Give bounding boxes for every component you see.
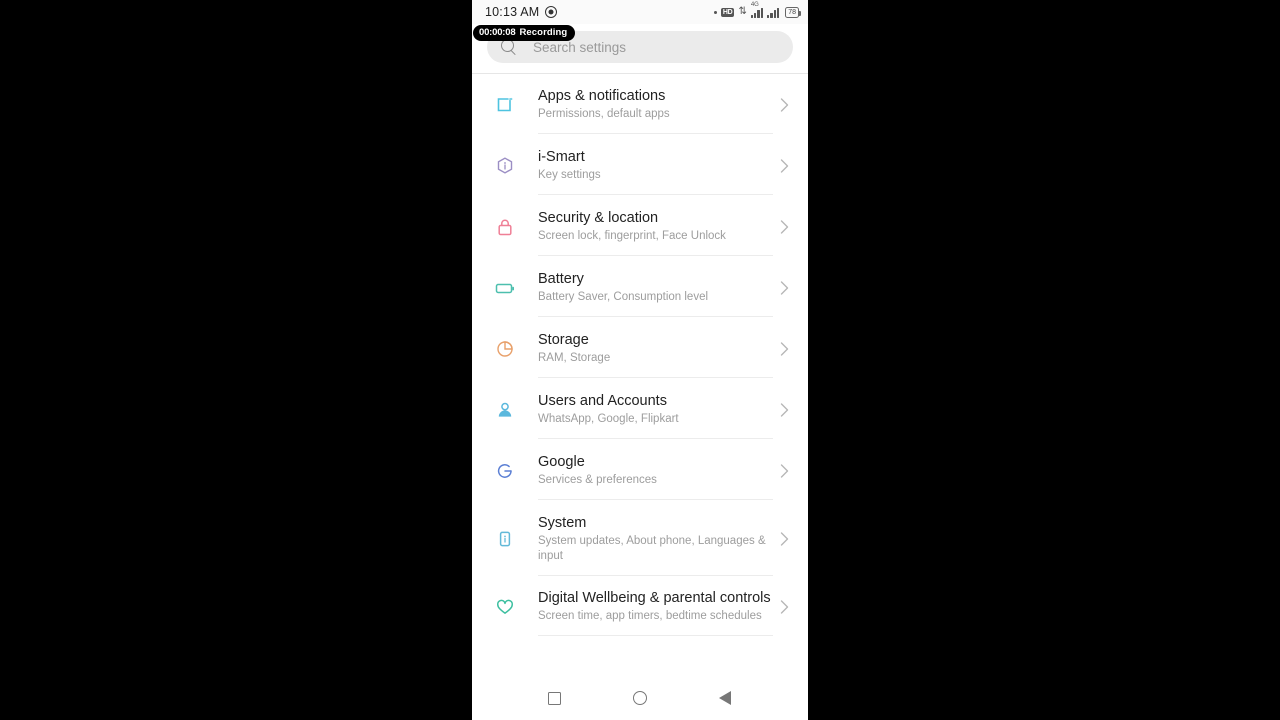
settings-item-text: Users and Accounts WhatsApp, Google, Fli… <box>538 379 773 439</box>
signal-strength-icon-1: 4G <box>750 2 764 18</box>
settings-item-subtitle: System updates, About phone, Languages &… <box>538 535 766 562</box>
lock-icon <box>472 196 538 257</box>
chevron-right-icon[interactable] <box>773 531 795 546</box>
battery-icon: 78 <box>785 6 801 18</box>
battery-icon <box>472 257 538 318</box>
chevron-right-icon[interactable] <box>773 219 795 234</box>
settings-item-subtitle: Screen time, app timers, bedtime schedul… <box>538 610 762 622</box>
ismart-hexagon-icon <box>472 135 538 196</box>
chevron-right-icon[interactable] <box>773 158 795 173</box>
settings-item-subtitle: Battery Saver, Consumption level <box>538 291 709 303</box>
settings-item-subtitle: Screen lock, fingerprint, Face Unlock <box>538 230 726 242</box>
settings-item-subtitle: Services & preferences <box>538 474 657 486</box>
dot-icon <box>713 10 717 14</box>
settings-item-text: i-Smart Key settings <box>538 135 773 195</box>
settings-item-text: Apps & notifications Permissions, defaul… <box>538 74 773 134</box>
settings-item-title: Users and Accounts <box>538 393 667 409</box>
settings-item-text: Battery Battery Saver, Consumption level <box>538 257 773 317</box>
chevron-right-icon[interactable] <box>773 341 795 356</box>
back-triangle-icon <box>719 691 732 705</box>
screenshot-stage: 10:13 AM HD ⇅ 4G 78 00:00:08 Recording S… <box>0 0 1280 720</box>
record-dot-icon <box>545 6 558 18</box>
home-circle-icon <box>632 691 647 705</box>
settings-item-apps-notifications[interactable]: Apps & notifications Permissions, defaul… <box>472 74 808 135</box>
data-transfer-icon: ⇅ <box>738 6 747 17</box>
chevron-right-icon[interactable] <box>773 280 795 295</box>
settings-item-google[interactable]: Google Services & preferences <box>472 440 808 501</box>
settings-item-title: Security & location <box>538 210 659 226</box>
search-input[interactable]: Search settings <box>533 40 626 55</box>
chevron-right-icon[interactable] <box>773 402 795 417</box>
apps-icon <box>472 74 538 135</box>
phone-screen: 10:13 AM HD ⇅ 4G 78 00:00:08 Recording S… <box>472 0 808 720</box>
status-bar-right: HD ⇅ 4G 78 <box>713 2 801 18</box>
settings-list: Apps & notifications Permissions, defaul… <box>472 74 808 637</box>
battery-level-label: 78 <box>788 8 796 16</box>
chevron-right-icon[interactable] <box>773 97 795 112</box>
settings-item-title: Google <box>538 454 585 470</box>
recording-elapsed-time: 00:00:08 <box>479 27 516 38</box>
settings-item-title: Battery <box>538 271 584 287</box>
settings-item-title: Digital Wellbeing & parental controls <box>538 590 771 606</box>
settings-item-subtitle: WhatsApp, Google, Flipkart <box>538 413 679 425</box>
status-bar: 10:13 AM HD ⇅ 4G 78 <box>472 0 808 24</box>
chevron-right-icon[interactable] <box>773 599 795 614</box>
settings-item-text: Storage RAM, Storage <box>538 318 773 378</box>
navigation-bar <box>472 676 808 720</box>
settings-item-text: System System updates, About phone, Lang… <box>538 501 773 576</box>
system-info-icon <box>472 501 538 576</box>
settings-item-battery[interactable]: Battery Battery Saver, Consumption level <box>472 257 808 318</box>
settings-item-digital-wellbeing[interactable]: Digital Wellbeing & parental controls Sc… <box>472 576 808 637</box>
settings-item-subtitle: Permissions, default apps <box>538 108 670 120</box>
settings-item-text: Google Services & preferences <box>538 440 773 500</box>
google-g-icon <box>472 440 538 501</box>
settings-item-text: Security & location Screen lock, fingerp… <box>538 196 773 256</box>
home-button[interactable] <box>620 678 660 718</box>
hd-icon: HD <box>720 7 735 17</box>
settings-item-title: System <box>538 515 587 531</box>
storage-pie-icon <box>472 318 538 379</box>
search-icon <box>501 39 517 55</box>
status-bar-clock: 10:13 AM <box>485 5 540 19</box>
back-button[interactable] <box>705 678 745 718</box>
settings-item-title: Apps & notifications <box>538 88 666 104</box>
settings-item-users-accounts[interactable]: Users and Accounts WhatsApp, Google, Fli… <box>472 379 808 440</box>
settings-item-text: Digital Wellbeing & parental controls Sc… <box>538 576 773 636</box>
recents-button[interactable] <box>535 678 575 718</box>
settings-item-system[interactable]: System System updates, About phone, Lang… <box>472 501 808 576</box>
settings-item-title: i-Smart <box>538 149 585 165</box>
settings-item-subtitle: RAM, Storage <box>538 352 611 364</box>
chevron-right-icon[interactable] <box>773 463 795 478</box>
settings-item-storage[interactable]: Storage RAM, Storage <box>472 318 808 379</box>
user-account-icon <box>472 379 538 440</box>
settings-item-security-location[interactable]: Security & location Screen lock, fingerp… <box>472 196 808 257</box>
network-type-label: 4G <box>750 1 759 8</box>
heart-icon <box>472 576 538 637</box>
screen-recording-badge: 00:00:08 Recording <box>473 25 576 41</box>
recording-status-label: Recording <box>519 27 568 38</box>
status-bar-left: 10:13 AM <box>485 5 558 19</box>
signal-strength-icon-2 <box>767 7 780 18</box>
recents-square-icon <box>548 691 562 705</box>
settings-item-title: Storage <box>538 332 589 348</box>
settings-item-i-smart[interactable]: i-Smart Key settings <box>472 135 808 196</box>
settings-item-subtitle: Key settings <box>538 169 601 181</box>
